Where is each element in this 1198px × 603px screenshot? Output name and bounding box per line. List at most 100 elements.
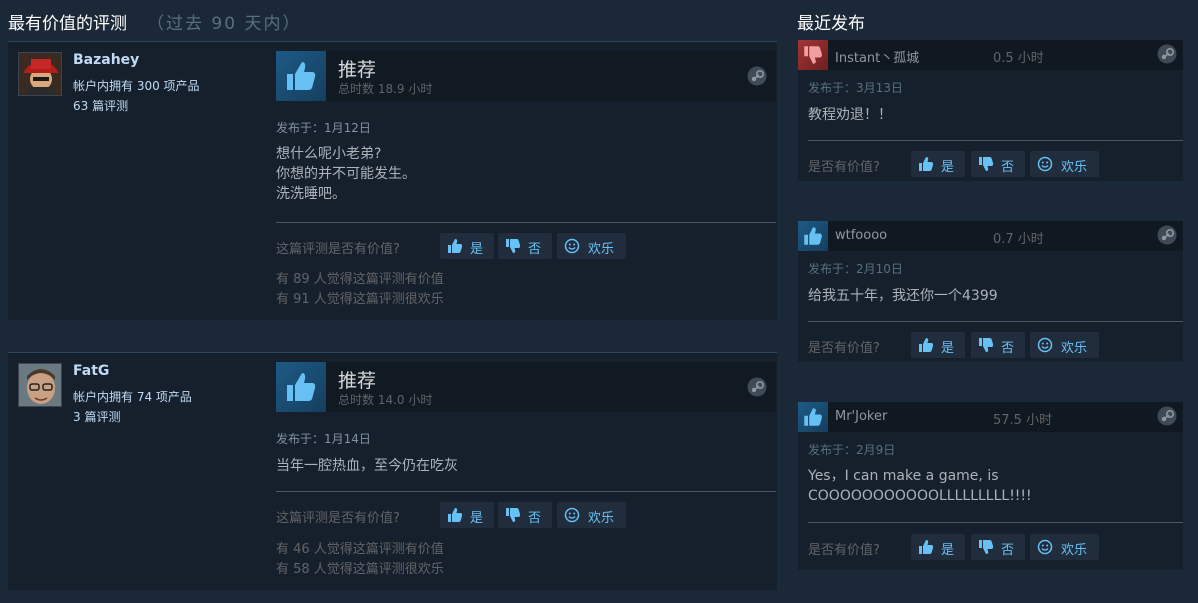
thumbs-up-icon <box>276 362 326 412</box>
recent-title: 最近发布 <box>797 14 865 34</box>
recent-hours: 0.5 小时 <box>993 51 1044 66</box>
vote-no-button[interactable]: 否 <box>498 233 552 259</box>
recent-review-card: Instant丶孤城 0.5 小时 发布于：3月13日 教程劝退！！ 是否有价值… <box>798 40 1183 181</box>
avatar[interactable] <box>18 363 62 407</box>
recent-hours: 0.7 小时 <box>993 232 1044 247</box>
vote-yes-button[interactable]: 是 <box>440 233 494 259</box>
smiley-icon <box>1037 337 1053 357</box>
thumbs-up-icon <box>798 221 828 251</box>
recent-review-card: wtfoooo 0.7 小时 发布于：2月10日 给我五十年，我还你一个4399… <box>798 221 1183 362</box>
steam-icon <box>1157 44 1177 68</box>
recent-hours: 57.5 小时 <box>993 413 1053 428</box>
review-line: 当年一腔热血，至今仍在吃灰 <box>276 458 458 474</box>
vote-yes-label: 是 <box>470 511 484 526</box>
smiley-icon <box>564 238 580 258</box>
thumbs-up-icon <box>447 238 463 258</box>
post-date: 发布于：2月9日 <box>808 443 896 457</box>
review-line: 洗洗睡吧。 <box>276 186 346 202</box>
helpful-row: 是否有价值? 是 否 欢乐 <box>808 534 1183 560</box>
review-author[interactable]: FatG 帐户内拥有 74 项产品 3 篇评测 <box>8 353 270 590</box>
review-text: Yes，I can make a game, is COOOOOOOOOOOLL… <box>808 466 1032 506</box>
vote-funny-label: 欢乐 <box>1061 341 1088 356</box>
review-text: 当年一腔热血，至今仍在吃灰 <box>276 456 458 476</box>
review-text: 想什么呢小老弟? 你想的并不可能发生。 洗洗睡吧。 <box>276 144 416 204</box>
author-name[interactable]: Bazahey <box>73 52 139 68</box>
author-name[interactable]: FatG <box>73 363 109 379</box>
divider <box>808 140 1183 141</box>
recent-review-header[interactable]: Mr'Joker 57.5 小时 <box>798 402 1183 432</box>
vote-no-label: 否 <box>1001 341 1015 356</box>
vote-funny-button[interactable]: 欢乐 <box>557 233 626 259</box>
post-date: 发布于：1月12日 <box>276 121 371 135</box>
helpful-count: 有 46 人觉得这篇评测有价值 <box>276 542 444 557</box>
recent-author-name[interactable]: Instant丶孤城 <box>835 47 919 66</box>
vote-funny-button[interactable]: 欢乐 <box>1030 332 1099 358</box>
vote-no-button[interactable]: 否 <box>971 151 1025 177</box>
review-line: 教程劝退！！ <box>808 107 892 123</box>
recent-review-header[interactable]: wtfoooo 0.7 小时 <box>798 221 1183 251</box>
helpful-row: 这篇评测是否有价值? 是 否 欢乐 <box>276 502 776 528</box>
thumbs-up-icon <box>918 156 934 176</box>
vote-yes-button[interactable]: 是 <box>911 332 965 358</box>
avatar[interactable] <box>18 52 62 96</box>
thumbs-down-icon <box>978 337 994 357</box>
post-date: 发布于：2月10日 <box>808 262 903 276</box>
vote-no-button[interactable]: 否 <box>971 332 1025 358</box>
review-stats: 有 46 人觉得这篇评测有价值 有 58 人觉得这篇评测很欢乐 <box>276 540 444 580</box>
vote-funny-label: 欢乐 <box>588 511 615 526</box>
recent-author-name[interactable]: wtfoooo <box>835 228 887 243</box>
recent-review-header[interactable]: Instant丶孤城 0.5 小时 <box>798 40 1183 70</box>
recommendation-header[interactable]: 推荐 总时数 18.9 小时 <box>276 51 776 101</box>
thumbs-down-icon <box>798 40 828 70</box>
recent-author-name[interactable]: Mr'Joker <box>835 409 887 424</box>
helpful-question: 这篇评测是否有价值? <box>276 242 400 257</box>
review-text: 给我五十年，我还你一个4399 <box>808 286 998 306</box>
vote-funny-label: 欢乐 <box>1061 543 1088 558</box>
review-line: 你想的并不可能发生。 <box>276 166 416 182</box>
vote-yes-button[interactable]: 是 <box>911 534 965 560</box>
divider <box>808 522 1183 523</box>
divider <box>276 222 776 223</box>
vote-yes-button[interactable]: 是 <box>911 151 965 177</box>
most-helpful-heading: 最有价值的评测 <box>8 14 127 34</box>
vote-funny-button[interactable]: 欢乐 <box>1030 534 1099 560</box>
vote-no-button[interactable]: 否 <box>498 502 552 528</box>
vote-no-label: 否 <box>528 242 542 257</box>
review-stats: 有 89 人觉得这篇评测有价值 有 91 人觉得这篇评测很欢乐 <box>276 270 444 310</box>
author-review-count[interactable]: 3 篇评测 <box>73 408 120 425</box>
post-date: 发布于：1月14日 <box>276 432 371 446</box>
helpful-row: 是否有价值? 是 否 欢乐 <box>808 332 1183 358</box>
thumbs-up-icon <box>798 402 828 432</box>
steam-icon <box>747 377 767 401</box>
review-author[interactable]: Bazahey 帐户内拥有 300 项产品 63 篇评测 <box>8 42 270 320</box>
review-line: Yes，I can make a game, is <box>808 468 999 484</box>
vote-yes-button[interactable]: 是 <box>440 502 494 528</box>
smiley-icon <box>1037 539 1053 559</box>
review-line: COOOOOOOOOOOLLLLLLLLL!!!! <box>808 488 1032 504</box>
funny-count: 有 91 人觉得这篇评测很欢乐 <box>276 292 444 307</box>
hours-played: 总时数 14.0 小时 <box>338 393 433 407</box>
thumbs-down-icon <box>505 507 521 527</box>
vote-no-label: 否 <box>528 511 542 526</box>
steam-icon <box>1157 406 1177 430</box>
helpful-count: 有 89 人觉得这篇评测有价值 <box>276 272 444 287</box>
vote-funny-button[interactable]: 欢乐 <box>557 502 626 528</box>
vote-no-button[interactable]: 否 <box>971 534 1025 560</box>
divider <box>808 321 1183 322</box>
helpful-question: 是否有价值? <box>808 543 880 558</box>
funny-count: 有 58 人觉得这篇评测很欢乐 <box>276 562 444 577</box>
author-review-count[interactable]: 63 篇评测 <box>73 97 128 114</box>
helpful-question: 是否有价值? <box>808 160 880 175</box>
vote-funny-label: 欢乐 <box>1061 160 1088 175</box>
vote-no-label: 否 <box>1001 160 1015 175</box>
review-card: FatG 帐户内拥有 74 项产品 3 篇评测 推荐 总时数 14.0 小时 发… <box>8 352 777 590</box>
most-helpful-title: 最有价值的评测 （过去 90 天内） <box>8 9 301 34</box>
thumbs-up-icon <box>918 337 934 357</box>
smiley-icon <box>564 507 580 527</box>
thumbs-down-icon <box>978 156 994 176</box>
review-line: 想什么呢小老弟? <box>276 146 382 162</box>
recommendation-header[interactable]: 推荐 总时数 14.0 小时 <box>276 362 776 412</box>
vote-no-label: 否 <box>1001 543 1015 558</box>
divider <box>276 491 776 492</box>
vote-funny-button[interactable]: 欢乐 <box>1030 151 1099 177</box>
